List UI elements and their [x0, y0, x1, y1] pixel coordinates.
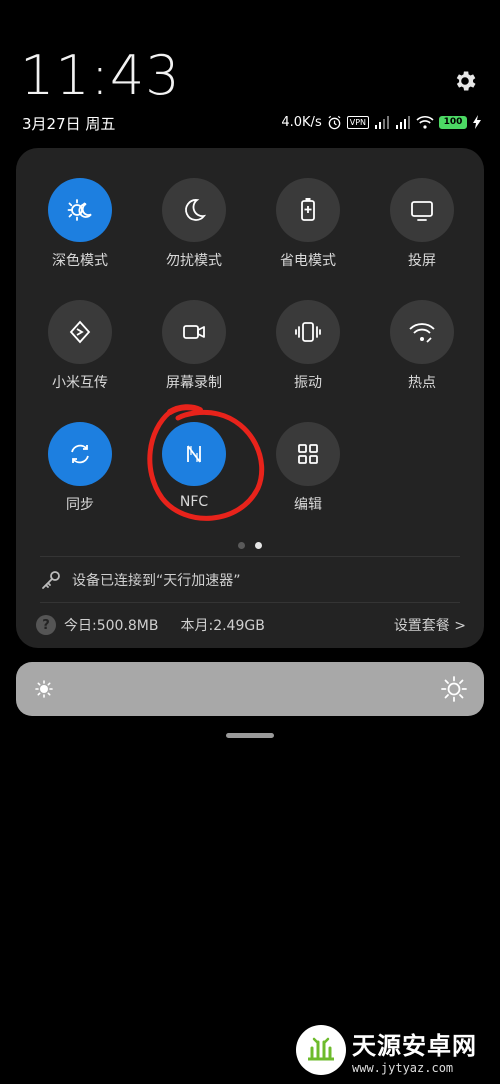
key-icon: [42, 571, 60, 589]
tile-mi-share[interactable]: 小米互传: [30, 300, 130, 410]
edit-tiles-button[interactable]: [276, 422, 340, 486]
page-dot[interactable]: [238, 542, 245, 549]
dnd-toggle[interactable]: [162, 178, 226, 242]
wifi-icon: [416, 116, 434, 129]
tile-battery-saver[interactable]: 省电模式: [258, 178, 358, 288]
watermark-logo-icon: [296, 1025, 346, 1075]
dark-mode-icon: [67, 199, 92, 221]
battery-icon: 100: [439, 115, 467, 129]
tile-screen-record[interactable]: 屏幕录制: [144, 300, 244, 410]
cast-screen-toggle[interactable]: [390, 178, 454, 242]
brightness-high-icon: [441, 676, 467, 702]
tile-vibrate[interactable]: 振动: [258, 300, 358, 410]
hotspot-icon: [409, 323, 435, 343]
brightness-slider[interactable]: [16, 662, 484, 716]
panel-drag-handle[interactable]: [226, 733, 274, 738]
tile-hotspot[interactable]: 热点: [372, 300, 472, 410]
sync-icon: [71, 444, 89, 464]
page-dot-active[interactable]: [255, 542, 262, 549]
signal-icon: [375, 116, 389, 129]
alarm-icon: [328, 115, 341, 129]
tile-label: 投屏: [408, 253, 436, 269]
dark-mode-toggle[interactable]: [48, 178, 112, 242]
tile-label: 深色模式: [52, 253, 108, 269]
signal-icon: [396, 116, 410, 129]
tile-sync[interactable]: 同步: [30, 422, 130, 532]
tile-edit[interactable]: 编辑: [258, 422, 358, 532]
vibrate-icon: [295, 322, 321, 342]
date-label: 3月27日 周五: [22, 115, 116, 133]
divider: [40, 556, 460, 557]
moon-icon: [185, 199, 207, 221]
tile-label: 勿扰模式: [166, 253, 222, 269]
brightness-low-icon: [35, 680, 53, 698]
data-today: 今日:500.8MB: [64, 618, 159, 634]
wifi-connection-row[interactable]: 设备已连接到“天行加速器”: [40, 564, 241, 596]
data-month: 本月:2.49GB: [180, 618, 265, 634]
battery-saver-icon: [301, 198, 315, 221]
mi-share-icon: [69, 320, 91, 344]
watermark-url: www.jytyaz.com: [352, 1060, 454, 1075]
screen-record-icon: [183, 325, 205, 339]
hotspot-toggle[interactable]: [390, 300, 454, 364]
wifi-status-text: 设备已连接到“天行加速器”: [72, 573, 241, 589]
tile-label: 热点: [408, 375, 436, 391]
divider: [40, 602, 460, 603]
quick-settings-panel: 深色模式 勿扰模式 省电模式 投屏 小米互传 屏幕录制 振动 热点 同步 NFC…: [16, 148, 484, 648]
cast-screen-icon: [411, 201, 433, 221]
page-indicator: [16, 542, 484, 549]
tile-label: 小米互传: [52, 375, 108, 391]
tile-cast-screen[interactable]: 投屏: [372, 178, 472, 288]
mi-share-toggle[interactable]: [48, 300, 112, 364]
charging-icon: [473, 115, 481, 129]
status-bar: 4.0K/s VPN 100: [281, 111, 482, 133]
vibrate-toggle[interactable]: [276, 300, 340, 364]
help-icon[interactable]: ?: [36, 615, 56, 635]
clock-time: 11:43: [20, 44, 181, 107]
tile-label: 屏幕录制: [166, 375, 222, 391]
gear-icon[interactable]: [452, 68, 478, 94]
watermark: 天源安卓网 www.jytyaz.com: [296, 1022, 496, 1078]
tile-label: NFC: [179, 494, 209, 510]
screen-record-toggle[interactable]: [162, 300, 226, 364]
data-usage-row: ? 今日:500.8MB 本月:2.49GB 设置套餐 >: [36, 610, 466, 640]
tile-do-not-disturb[interactable]: 勿扰模式: [144, 178, 244, 288]
edit-grid-icon: [298, 444, 318, 464]
tile-label: 振动: [294, 375, 322, 391]
sync-toggle[interactable]: [48, 422, 112, 486]
nfc-toggle[interactable]: [162, 422, 226, 486]
network-speed: 4.0K/s: [281, 114, 322, 130]
vpn-icon: VPN: [346, 115, 369, 129]
set-plan-link[interactable]: 设置套餐 >: [394, 615, 466, 635]
tile-label: 同步: [66, 497, 94, 513]
tile-dark-mode[interactable]: 深色模式: [30, 178, 130, 288]
watermark-name: 天源安卓网: [352, 1031, 477, 1060]
battery-saver-toggle[interactable]: [276, 178, 340, 242]
nfc-icon: [187, 445, 201, 463]
tile-label: 编辑: [294, 497, 322, 513]
tile-nfc[interactable]: NFC: [144, 422, 244, 532]
tile-label: 省电模式: [280, 253, 336, 269]
